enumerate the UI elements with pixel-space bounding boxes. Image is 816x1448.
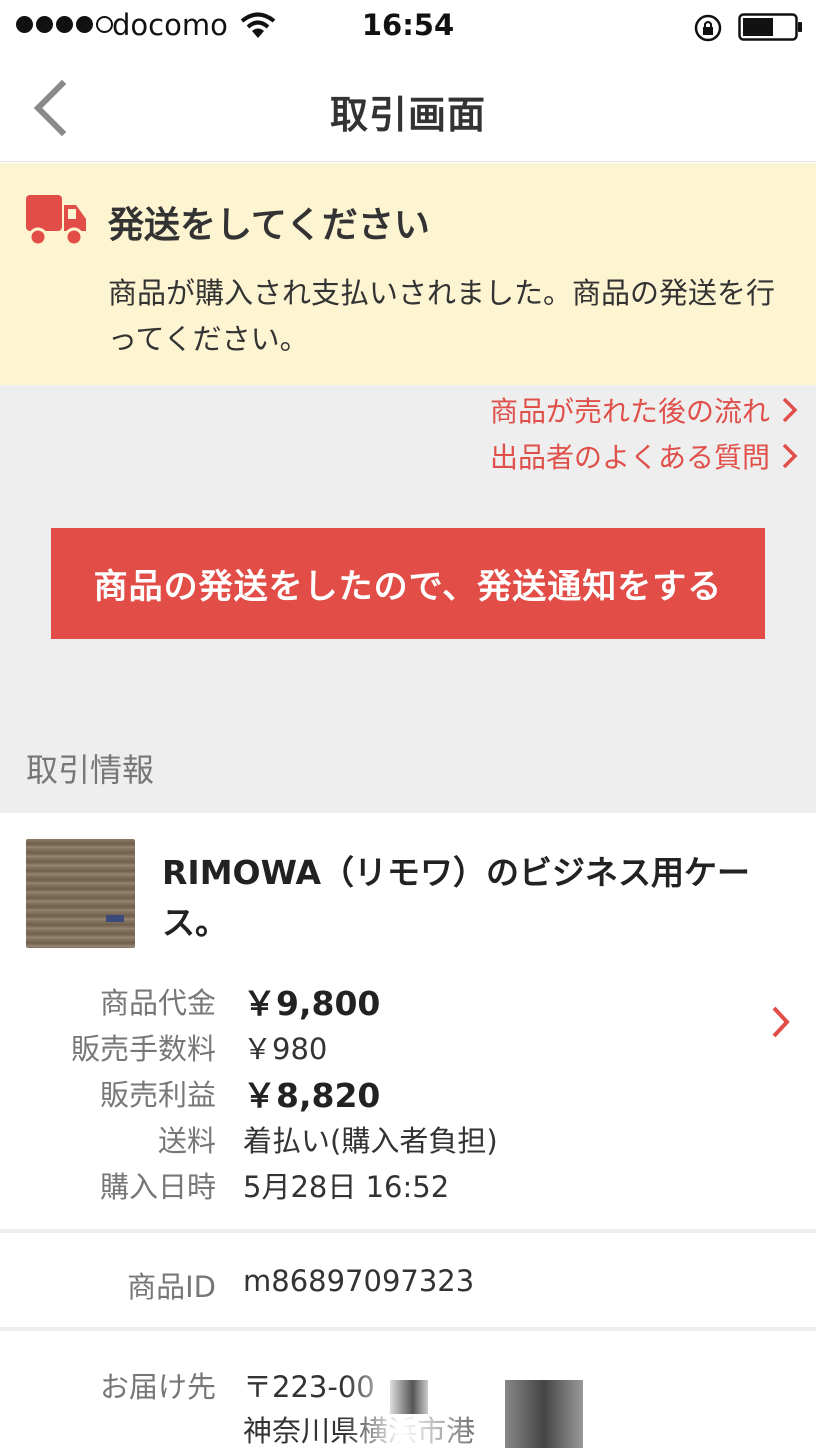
chevron-right-icon	[782, 443, 798, 469]
shipping-notification-button[interactable]: 商品の発送をしたので、発送通知をする	[51, 528, 765, 639]
chevron-right-icon[interactable]	[770, 1004, 792, 1040]
price-label: 商品代金	[99, 986, 216, 1020]
redacted-area	[390, 1380, 428, 1414]
purchase-date-value: 5月28日 16:52	[243, 1170, 450, 1204]
truck-icon	[26, 195, 86, 247]
status-bar: docomo 16:54	[0, 0, 816, 54]
product-id-label: 商品ID	[127, 1270, 216, 1304]
item-title: RIMOWA（リモワ）のビジネス用ケース。	[162, 853, 751, 942]
navigation-bar: 取引画面	[0, 54, 816, 162]
notice-message: 商品が購入され支払いされました。商品の発送を行ってください。	[108, 276, 776, 356]
purchase-date-label: 購入日時	[99, 1170, 216, 1204]
profit-label: 販売利益	[99, 1078, 216, 1112]
fee-value: ￥980	[243, 1032, 328, 1066]
price-value: ￥9,800	[243, 984, 381, 1023]
link-label: 商品が売れた後の流れ	[489, 395, 770, 428]
seller-faq-link[interactable]: 出品者のよくある質問	[490, 436, 800, 476]
delivery-address-label: お届け先	[99, 1370, 216, 1404]
chevron-right-icon	[782, 397, 798, 423]
shipping-fee-label: 送料	[157, 1124, 216, 1158]
profit-value: ￥8,820	[243, 1076, 381, 1115]
redacted-area	[505, 1380, 583, 1448]
product-id-value: m86897097323	[243, 1264, 475, 1298]
battery-icon	[738, 13, 802, 41]
page-title: 取引画面	[329, 93, 486, 137]
after-sale-flow-link[interactable]: 商品が売れた後の流れ	[490, 390, 800, 430]
divider	[0, 1327, 816, 1331]
divider	[0, 1229, 816, 1233]
notice-title: 発送をしてください	[108, 205, 430, 246]
shipping-fee-value: 着払い(購入者負担)	[243, 1124, 498, 1158]
link-label: 出品者のよくある質問	[489, 441, 770, 474]
fee-label: 販売手数料	[70, 1032, 216, 1066]
section-heading: 取引情報	[26, 751, 155, 789]
item-thumbnail	[26, 839, 135, 948]
rotation-lock-icon	[694, 14, 722, 42]
